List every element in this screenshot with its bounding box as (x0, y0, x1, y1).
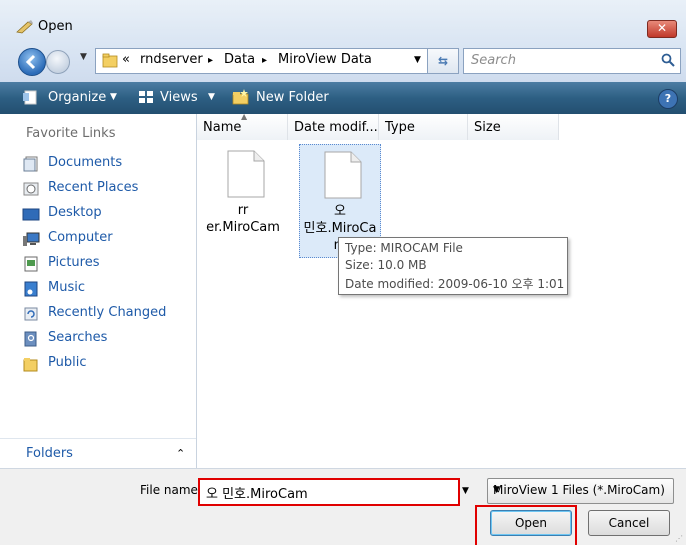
organize-button[interactable]: Organize (48, 90, 106, 105)
sidebar-item-computer[interactable]: Computer (0, 227, 196, 251)
recent-pages-dropdown-icon[interactable]: ▼ (80, 52, 87, 62)
sidebar-item-label: Desktop (48, 205, 102, 220)
breadcrumb-rndserver[interactable]: rndserver (140, 52, 203, 67)
refresh-icon: ⇆ (437, 54, 449, 68)
pictures-icon (24, 256, 38, 272)
tooltip-date-modified: Date modified: 2009-06-10 오후 1:01 (345, 277, 565, 291)
navigation-pane: Favorite Links Documents Recent Places D… (0, 114, 197, 469)
music-icon (24, 281, 38, 297)
views-icon (139, 91, 153, 103)
chevron-up-icon: ⌃ (176, 447, 186, 460)
navigation-bar: ▼ « rndserver ▸ Data ▸ MiroView Data ▼ ⇆… (0, 40, 686, 82)
search-input[interactable]: Search (463, 48, 681, 74)
file-name: rr er.MiroCam (206, 203, 280, 235)
forward-button[interactable] (46, 50, 70, 74)
desktop-icon (22, 208, 40, 221)
cancel-button[interactable]: Cancel (588, 510, 670, 536)
command-toolbar: Organize ▼ Views ▼ New Folder ? (0, 82, 686, 114)
recently-changed-icon (24, 307, 38, 321)
searches-icon (24, 331, 37, 347)
sidebar-item-pictures[interactable]: Pictures (0, 252, 196, 276)
open-dialog-icon (16, 20, 33, 34)
breadcrumb-miroview-data[interactable]: MiroView Data (278, 52, 372, 67)
documents-icon (23, 156, 38, 172)
sidebar-item-label: Documents (48, 155, 123, 170)
file-name-dropdown-icon[interactable]: ▼ (462, 486, 469, 496)
address-dropdown-icon[interactable]: ▼ (414, 55, 421, 65)
column-header-name[interactable]: Name ▲ (197, 112, 288, 140)
search-icon[interactable] (661, 53, 675, 67)
sidebar-item-recent-places[interactable]: Recent Places (0, 177, 196, 201)
file-icon (227, 150, 265, 198)
sidebar-item-label: Public (48, 355, 87, 370)
public-folder-icon (23, 358, 38, 372)
folders-label: Folders (26, 446, 73, 461)
help-button[interactable]: ? (658, 89, 678, 109)
column-label: Type (385, 120, 415, 135)
sidebar-item-label: Recently Changed (48, 305, 167, 320)
column-label: Size (474, 120, 501, 135)
sidebar-item-label: Music (48, 280, 85, 295)
file-item[interactable]: rr er.MiroCam (203, 144, 283, 256)
column-label: Date modif... (294, 120, 378, 135)
folder-icon (102, 53, 118, 68)
chevron-down-icon: ▼ (493, 485, 500, 495)
sidebar-item-searches[interactable]: Searches (0, 327, 196, 351)
breadcrumb-overflow[interactable]: « (122, 52, 130, 67)
open-button[interactable]: Open (490, 510, 572, 536)
title-bar: Open ✕ (0, 0, 686, 40)
column-header-type[interactable]: Type (379, 114, 468, 140)
address-bar[interactable]: « rndserver ▸ Data ▸ MiroView Data ▼ (95, 48, 459, 74)
views-button[interactable]: Views (160, 90, 198, 105)
resize-grip-icon[interactable]: ⋰ (675, 534, 683, 543)
sidebar-item-desktop[interactable]: Desktop (0, 202, 196, 226)
tooltip-size: Size: 10.0 MB (345, 258, 427, 272)
sidebar-item-recently-changed[interactable]: Recently Changed (0, 302, 196, 326)
folders-toggle[interactable]: Folders ⌃ (0, 438, 196, 469)
tooltip-type: Type: MIROCAM File (345, 241, 463, 255)
open-dialog: Open ✕ ▼ « rndserver ▸ Data ▸ MiroView D… (0, 0, 686, 545)
column-header-size[interactable]: Size (468, 114, 559, 140)
organize-dropdown-icon[interactable]: ▼ (110, 92, 117, 102)
window-title: Open (38, 19, 73, 34)
breadcrumb-separator[interactable]: ▸ (262, 55, 267, 66)
file-name-label: File name: (140, 483, 202, 497)
favorite-links-heading: Favorite Links (26, 126, 116, 141)
file-info-tooltip: Type: MIROCAM File Size: 10.0 MB Date mo… (338, 237, 568, 295)
file-name-input[interactable]: 오 민호.MiroCam (198, 478, 460, 506)
sort-ascending-icon: ▲ (241, 112, 248, 121)
file-name-value: 오 민호.MiroCam (206, 487, 308, 502)
file-type-select[interactable]: MiroView 1 Files (*.MiroCam) ▼ (487, 478, 674, 504)
refresh-button[interactable]: ⇆ (427, 48, 459, 74)
column-header-date-modified[interactable]: Date modif... (288, 114, 379, 140)
search-placeholder: Search (471, 53, 516, 68)
file-name-panel: File name: 오 민호.MiroCam ▼ MiroView 1 Fil… (0, 468, 686, 545)
breadcrumb-separator[interactable]: ▸ (208, 55, 213, 66)
sidebar-item-label: Searches (48, 330, 108, 345)
column-label: Name (203, 120, 242, 135)
file-icon (324, 151, 362, 199)
views-dropdown-icon[interactable]: ▼ (208, 92, 215, 102)
back-arrow-icon (25, 54, 36, 70)
breadcrumb-data[interactable]: Data (224, 52, 255, 67)
sidebar-item-label: Recent Places (48, 180, 139, 195)
sidebar-item-documents[interactable]: Documents (0, 152, 196, 176)
sidebar-item-music[interactable]: Music (0, 277, 196, 301)
computer-icon (23, 232, 40, 246)
recent-places-icon (23, 182, 39, 196)
new-folder-button[interactable]: New Folder (256, 90, 329, 105)
organize-icon (23, 90, 37, 105)
back-button[interactable] (18, 48, 46, 76)
close-button[interactable]: ✕ (647, 20, 677, 38)
new-folder-icon (232, 89, 249, 105)
sidebar-item-label: Computer (48, 230, 113, 245)
sidebar-item-label: Pictures (48, 255, 100, 270)
sidebar-item-public[interactable]: Public (0, 352, 196, 376)
